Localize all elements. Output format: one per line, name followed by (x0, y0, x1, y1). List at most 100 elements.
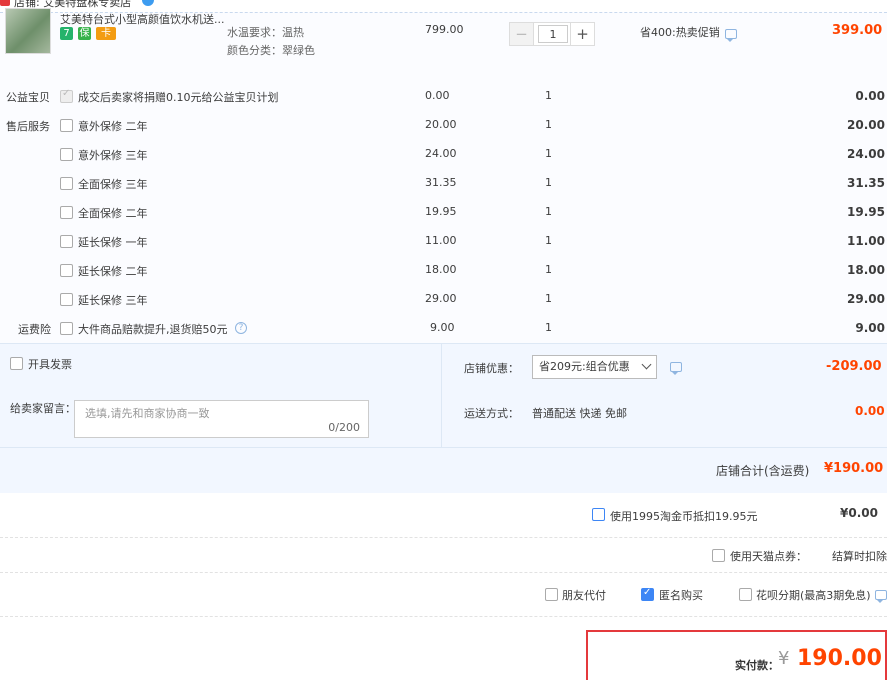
payment-amount: 190.00 (797, 646, 882, 671)
service-qty: 1 (545, 263, 552, 276)
service-name: 延长保修 三年 (78, 294, 148, 307)
charity-label: 公益宝贝 (6, 91, 50, 104)
freight-insurance-qty: 1 (545, 321, 552, 334)
service-checkbox[interactable] (60, 206, 73, 219)
service-name: 意外保修 三年 (78, 149, 148, 162)
discount-amount: -209.00 (826, 359, 882, 374)
quantity-stepper: − 1 + (509, 22, 595, 46)
service-qty: 1 (545, 205, 552, 218)
service-amount: 24.00 (847, 147, 885, 161)
water-temp-spec: 水温要求：温热 (227, 26, 304, 39)
service-amount: 29.00 (847, 292, 885, 306)
charity-text: 成交后卖家将捐赠0.10元给公益宝贝计划 (78, 91, 279, 104)
shop-info-icon[interactable] (142, 0, 154, 6)
shop-badge-icon (0, 0, 10, 6)
coins-label: 使用1995淘金币抵扣19.95元 (610, 510, 758, 523)
service-price: 31.35 (425, 176, 457, 189)
product-title[interactable]: 艾美特台式小型高颜值饮水机送... (60, 11, 225, 27)
credit-card-icon: 卡 (96, 27, 116, 40)
service-name: 延长保修 二年 (78, 265, 148, 278)
discount-select[interactable]: 省209元:组合优惠 (532, 355, 657, 379)
coins-checkbox[interactable] (592, 508, 605, 521)
unit-price: 799.00 (425, 23, 464, 36)
increase-button[interactable]: + (570, 23, 594, 45)
discount-selected: 省209元:组合优惠 (539, 360, 630, 373)
service-qty: 1 (545, 234, 552, 247)
charity-qty: 1 (545, 89, 552, 102)
payment-currency: ¥ (778, 648, 790, 669)
service-amount: 20.00 (847, 118, 885, 132)
shipping-label: 运送方式： (464, 407, 519, 420)
charity-amount: 0.00 (855, 89, 885, 103)
invoice-checkbox[interactable] (10, 357, 23, 370)
promo-text: 省400:热卖促销 (640, 26, 720, 39)
freight-insurance-text: 大件商品赔款提升,退货赔50元 (78, 323, 228, 336)
service-amount: 19.95 (847, 205, 885, 219)
freight-insurance-amount: 9.00 (855, 321, 885, 335)
service-name: 全面保修 二年 (78, 207, 148, 220)
service-checkbox[interactable] (60, 264, 73, 277)
message-placeholder: 选填,请先和商家协商一致 (85, 407, 210, 420)
friend-pay-label: 朋友代付 (562, 589, 606, 602)
promo-comment-icon[interactable] (725, 29, 737, 42)
coins-value: ¥0.00 (840, 506, 878, 520)
shipping-amount: 0.00 (855, 404, 885, 418)
freight-insurance-label: 运费险 (18, 323, 51, 336)
service-name: 意外保修 二年 (78, 120, 148, 133)
shop-total-label: 店铺合计(含运费) (716, 464, 810, 478)
service-checkbox[interactable] (60, 119, 73, 132)
item-amount: 399.00 (832, 23, 883, 38)
service-qty: 1 (545, 118, 552, 131)
charity-checkbox (60, 88, 73, 103)
tmall-points-note: 结算时扣除 (832, 550, 887, 563)
service-name: 全面保修 三年 (78, 178, 148, 191)
invoice-label: 开具发票 (28, 358, 72, 371)
message-counter: 0/200 (328, 421, 360, 434)
service-price: 11.00 (425, 234, 457, 247)
service-checkbox[interactable] (60, 177, 73, 190)
discount-comment-icon[interactable] (670, 362, 682, 375)
service-qty: 1 (545, 176, 552, 189)
huabei-checkbox[interactable] (739, 588, 752, 601)
divider (0, 572, 887, 573)
panel-divider (441, 343, 442, 447)
service-price: 19.95 (425, 205, 457, 218)
message-label: 给卖家留言： (10, 402, 76, 415)
service-name: 延长保修 一年 (78, 236, 148, 249)
huabei-comment-icon[interactable] (875, 590, 887, 603)
guarantee-icon: 保 (78, 27, 91, 40)
shipping-method: 普通配送 快递 免邮 (532, 407, 627, 420)
shop-discount-label: 店铺优惠： (464, 362, 519, 375)
freight-insurance-price: 9.00 (430, 321, 455, 334)
huabei-label: 花呗分期(最高3期免息) (756, 589, 871, 602)
service-amount: 31.35 (847, 176, 885, 190)
service-price: 18.00 (425, 263, 457, 276)
friend-pay-checkbox[interactable] (545, 588, 558, 601)
service-checkbox[interactable] (60, 235, 73, 248)
charity-price: 0.00 (425, 89, 450, 102)
seven-day-return-icon: 7 (60, 27, 73, 40)
freight-insurance-checkbox[interactable] (60, 322, 73, 335)
service-qty: 1 (545, 147, 552, 160)
quantity-input[interactable]: 1 (538, 25, 568, 43)
after-sale-label: 售后服务 (6, 120, 50, 133)
total-divider (0, 447, 887, 448)
service-amount: 11.00 (847, 234, 885, 248)
service-checkbox[interactable] (60, 293, 73, 306)
service-qty: 1 (545, 292, 552, 305)
decrease-button[interactable]: − (510, 23, 534, 45)
color-spec: 颜色分类：翠绿色 (227, 44, 315, 57)
seller-message-input[interactable]: 选填,请先和商家协商一致 0/200 (74, 400, 369, 438)
chevron-down-icon (641, 359, 652, 370)
service-amount: 18.00 (847, 263, 885, 277)
anonymous-checkbox[interactable] (641, 587, 654, 601)
payment-label: 实付款： (735, 659, 779, 672)
help-icon[interactable]: ? (235, 322, 247, 334)
tmall-points-checkbox[interactable] (712, 549, 725, 562)
shop-total-value: ¥190.00 (824, 461, 884, 476)
divider (0, 616, 887, 617)
service-price: 29.00 (425, 292, 457, 305)
service-checkbox[interactable] (60, 148, 73, 161)
product-thumbnail[interactable] (5, 8, 51, 54)
anonymous-label: 匿名购买 (659, 589, 703, 602)
